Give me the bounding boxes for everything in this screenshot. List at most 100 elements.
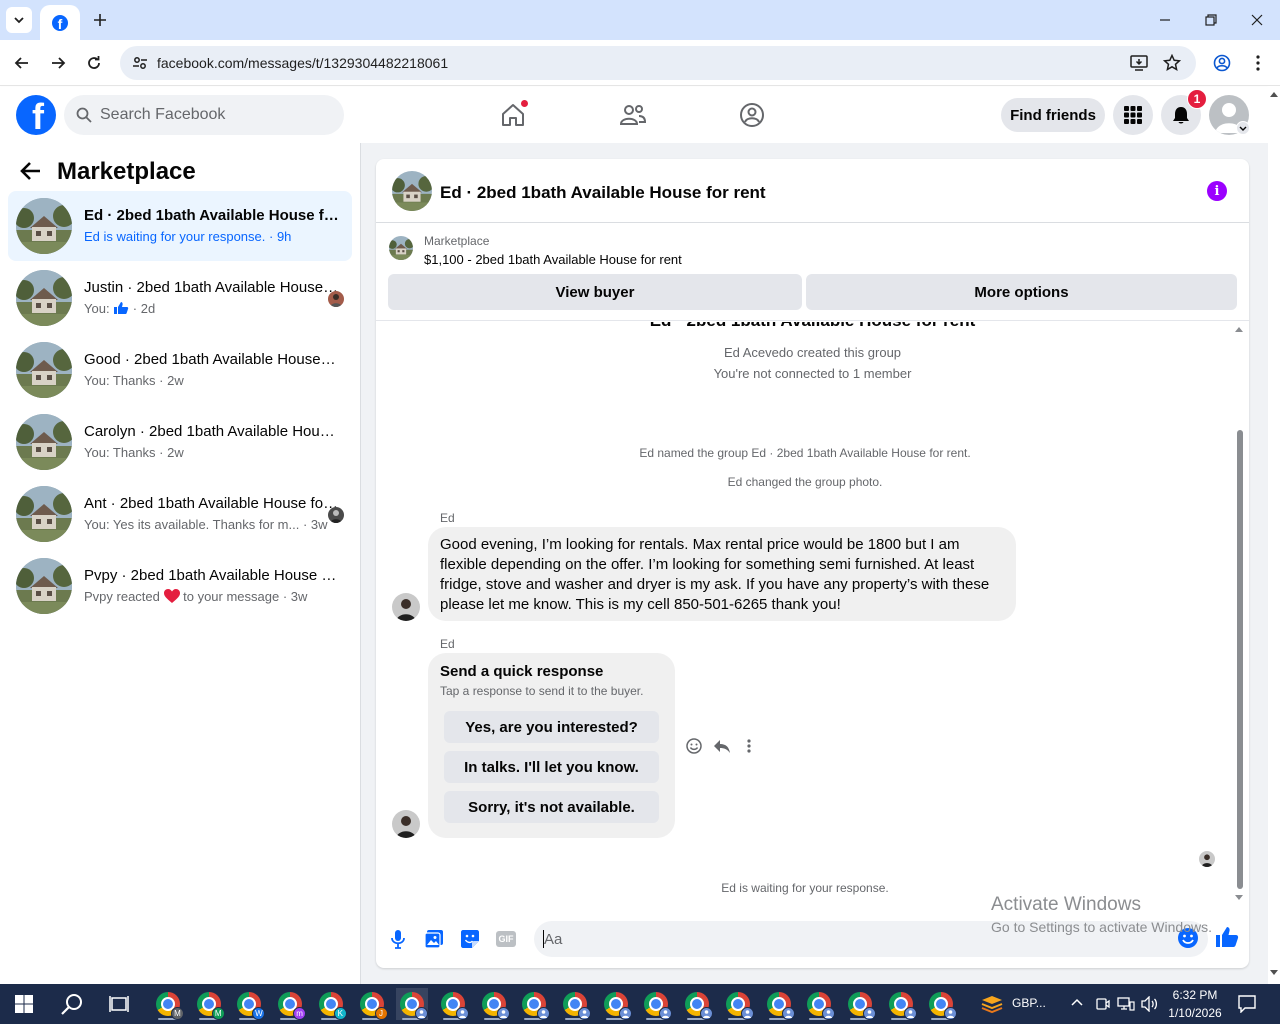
sender-avatar[interactable] <box>392 593 420 621</box>
window-minimize-button[interactable] <box>1142 0 1188 40</box>
gif-button[interactable]: GIF <box>496 929 516 949</box>
forward-button[interactable] <box>44 49 72 77</box>
chat-title[interactable]: Ed · 2bed 1bath Available House for rent <box>440 183 766 203</box>
conversation-item-pvpy[interactable]: Pvpy · 2bed 1bath Available House for re… <box>8 551 352 621</box>
window-close-button[interactable] <box>1234 0 1280 40</box>
browser-menu-button[interactable] <box>1244 49 1272 77</box>
quick-response-title: Send a quick response <box>440 663 604 680</box>
conversation-item-good[interactable]: Good · 2bed 1bath Available House for re… <box>8 335 352 405</box>
taskbar-chrome-window[interactable] <box>844 988 876 1020</box>
taskbar-chrome-window[interactable] <box>518 988 551 1020</box>
close-icon <box>1251 14 1263 26</box>
taskbar-chrome-window[interactable] <box>600 988 632 1020</box>
page-scrollbar[interactable] <box>1268 87 1280 984</box>
task-view-button[interactable] <box>103 988 135 1020</box>
browser-tab-facebook[interactable]: f <box>40 5 80 40</box>
back-arrow-button[interactable] <box>20 161 42 181</box>
taskbar-chrome-window[interactable] <box>885 988 917 1020</box>
reload-button[interactable] <box>80 49 108 77</box>
conversation-name: Justin · 2bed 1bath Available House for … <box>84 279 339 296</box>
taskbar-chrome-window[interactable] <box>681 988 714 1020</box>
search-icon <box>61 994 82 1015</box>
conversation-item-justin[interactable]: Justin · 2bed 1bath Available House for … <box>8 263 352 333</box>
network-icon[interactable] <box>1117 996 1135 1012</box>
conversation-name: Carolyn · 2bed 1bath Available House for… <box>84 423 339 440</box>
taskbar-chrome-window[interactable] <box>559 988 591 1020</box>
tray-overflow-chevron-icon[interactable] <box>1071 998 1083 1006</box>
taskbar-chrome-window[interactable] <box>640 988 673 1020</box>
voice-clip-button[interactable] <box>388 929 408 949</box>
weather-widget[interactable] <box>976 988 1008 1020</box>
window-restore-button[interactable] <box>1188 0 1234 40</box>
taskbar-chrome-window[interactable] <box>722 988 754 1020</box>
message-input-placeholder: Aa <box>544 931 563 948</box>
clock-date[interactable]: 1/10/2026 <box>1166 1006 1224 1020</box>
meet-now-icon[interactable] <box>1096 996 1110 1012</box>
taskbar-chrome-window[interactable] <box>803 988 836 1020</box>
sticker-button[interactable] <box>460 929 480 949</box>
notification-center-icon[interactable] <box>1238 995 1256 1013</box>
conversation-item-ed[interactable]: Ed · 2bed 1bath Available House for rent… <box>8 191 352 261</box>
chat-group-avatar[interactable] <box>392 171 432 211</box>
groups-nav-button[interactable] <box>736 99 768 131</box>
conversation-preview: You: Thanks · 2w <box>84 373 184 388</box>
scroll-up-arrow[interactable] <box>1235 326 1243 332</box>
taskbar-chrome-window[interactable] <box>925 988 958 1020</box>
taskbar-search-button[interactable] <box>56 988 88 1020</box>
facebook-logo-icon[interactable]: f <box>16 95 56 135</box>
taskbar-chrome-window[interactable]: M <box>193 988 225 1020</box>
new-tab-button[interactable] <box>88 8 112 32</box>
conversation-preview: You: Thanks · 2w <box>84 445 184 460</box>
send-like-thumbs-up-icon[interactable] <box>1215 926 1239 948</box>
taskbar-chrome-window[interactable]: m <box>274 988 307 1020</box>
more-options-button[interactable]: More options <box>806 274 1237 310</box>
listing-price-title[interactable]: $1,100 - 2bed 1bath Available House for … <box>424 252 682 267</box>
scroll-down-arrow[interactable] <box>1235 895 1243 901</box>
taskbar-chrome-window[interactable] <box>763 988 795 1020</box>
chrome-profile-badge: J <box>374 1007 388 1020</box>
waiting-note: Ed is waiting for your response. <box>721 881 889 895</box>
attach-photo-button[interactable] <box>424 929 444 949</box>
quick-response-yes-button[interactable]: Yes, are you interested? <box>444 711 659 743</box>
taskbar-chrome-window[interactable] <box>437 988 469 1020</box>
message-bubble[interactable]: Good evening, I’m looking for rentals. M… <box>428 527 1016 621</box>
home-nav-button[interactable] <box>497 99 529 131</box>
friends-nav-button[interactable] <box>617 99 649 131</box>
taskbar-chrome-window[interactable]: W <box>233 988 266 1020</box>
react-emoji-icon[interactable] <box>685 737 703 755</box>
plus-icon <box>94 14 106 26</box>
sender-avatar[interactable] <box>392 810 420 838</box>
quick-response-in-talks-button[interactable]: In talks. I'll let you know. <box>444 751 659 783</box>
clock-time[interactable]: 6:32 PM <box>1168 988 1222 1002</box>
start-button[interactable] <box>8 988 40 1020</box>
message-scrollbar-thumb[interactable] <box>1237 430 1243 889</box>
quick-response-not-available-button[interactable]: Sorry, it's not available. <box>444 791 659 823</box>
address-url[interactable]: facebook.com/messages/t/1329304482218061 <box>157 55 448 71</box>
reply-arrow-icon[interactable] <box>713 737 731 755</box>
conversation-item-ant[interactable]: Ant · 2bed 1bath Available House for ren… <box>8 479 352 549</box>
address-bar[interactable]: facebook.com/messages/t/1329304482218061 <box>120 46 1196 80</box>
taskbar-chrome-window[interactable]: J <box>356 988 388 1020</box>
taskbar-chrome-window[interactable]: K <box>315 988 347 1020</box>
view-buyer-button[interactable]: View buyer <box>388 274 802 310</box>
account-chevron-icon[interactable] <box>1236 121 1250 135</box>
menu-button[interactable] <box>1113 95 1153 135</box>
tab-search-button[interactable] <box>6 7 32 33</box>
listing-thumbnail[interactable] <box>389 236 413 260</box>
taskbar-chrome-window[interactable]: M <box>152 988 184 1020</box>
profile-button[interactable] <box>1208 49 1236 77</box>
conversation-item-carolyn[interactable]: Carolyn · 2bed 1bath Available House for… <box>8 407 352 477</box>
info-icon[interactable]: i <box>1207 181 1227 201</box>
group-title-heading: Ed · 2bed 1bath Available House for rent <box>376 322 1249 331</box>
back-button[interactable] <box>8 49 36 77</box>
taskbar-chrome-window[interactable] <box>396 988 429 1020</box>
conversation-preview: Pvpy reacted to your message · 3w <box>84 589 308 604</box>
search-input[interactable]: Search Facebook <box>64 95 344 135</box>
listing-house-thumbnail <box>16 414 72 470</box>
taskbar-chrome-window[interactable] <box>478 988 510 1020</box>
facebook-header: f Search Facebook Find friends <box>0 87 1268 143</box>
find-friends-button[interactable]: Find friends <box>1001 98 1105 132</box>
more-actions-icon[interactable] <box>747 737 751 755</box>
volume-icon[interactable] <box>1141 996 1159 1012</box>
weather-label[interactable]: GBP... <box>1012 996 1046 1010</box>
